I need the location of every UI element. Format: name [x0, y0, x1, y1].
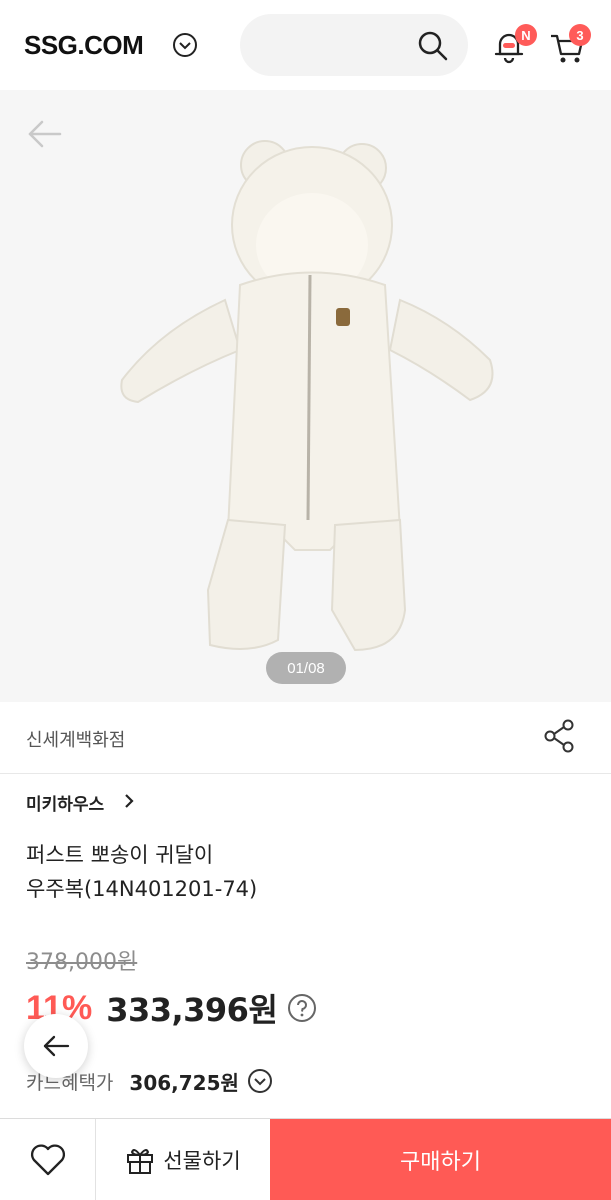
gift-button[interactable]: 선물하기 [96, 1119, 270, 1200]
product-title-line1: 퍼스트 뽀송이 귀달이 [26, 843, 214, 867]
floating-back-button[interactable] [24, 1014, 88, 1078]
brand-link[interactable]: 미키하우스 [26, 790, 104, 815]
back-arrow-icon[interactable] [26, 118, 62, 150]
wishlist-button[interactable] [0, 1119, 96, 1200]
product-title: 퍼스트 뽀송이 귀달이 우주복(14N401201-74) [26, 838, 446, 906]
bottom-action-bar: 선물하기 구매하기 [0, 1118, 611, 1200]
buy-button[interactable]: 구매하기 [270, 1119, 611, 1200]
ssg-logo[interactable]: SSG.COM [24, 30, 144, 61]
notification-badge: N [515, 24, 537, 46]
back-arrow-icon [43, 1035, 70, 1057]
product-image-gallery[interactable]: 01/08 [0, 90, 611, 702]
heart-icon [30, 1144, 65, 1176]
help-icon[interactable] [287, 993, 317, 1023]
original-price: 378,000원 [26, 950, 138, 975]
top-header: SSG.COM N 3 [0, 0, 611, 90]
card-benefit-price: 306,725원 [129, 1070, 239, 1095]
search-icon[interactable] [416, 29, 450, 63]
store-name[interactable]: 신세계백화점 [26, 726, 125, 752]
page-indicator: 01/08 [266, 652, 346, 684]
chevron-down-icon[interactable] [172, 32, 198, 58]
product-photo [120, 140, 494, 652]
product-title-line2: 우주복(14N401201-74) [26, 877, 258, 901]
chevron-down-icon[interactable] [247, 1068, 273, 1094]
store-row: 신세계백화점 [0, 702, 611, 774]
gift-icon [127, 1149, 154, 1174]
chevron-right-icon[interactable] [122, 792, 136, 810]
gift-button-label: 선물하기 [163, 1149, 241, 1173]
sale-price: 333,396원 [106, 991, 278, 1029]
cart-count-badge: 3 [569, 24, 591, 46]
share-icon[interactable] [542, 718, 576, 754]
